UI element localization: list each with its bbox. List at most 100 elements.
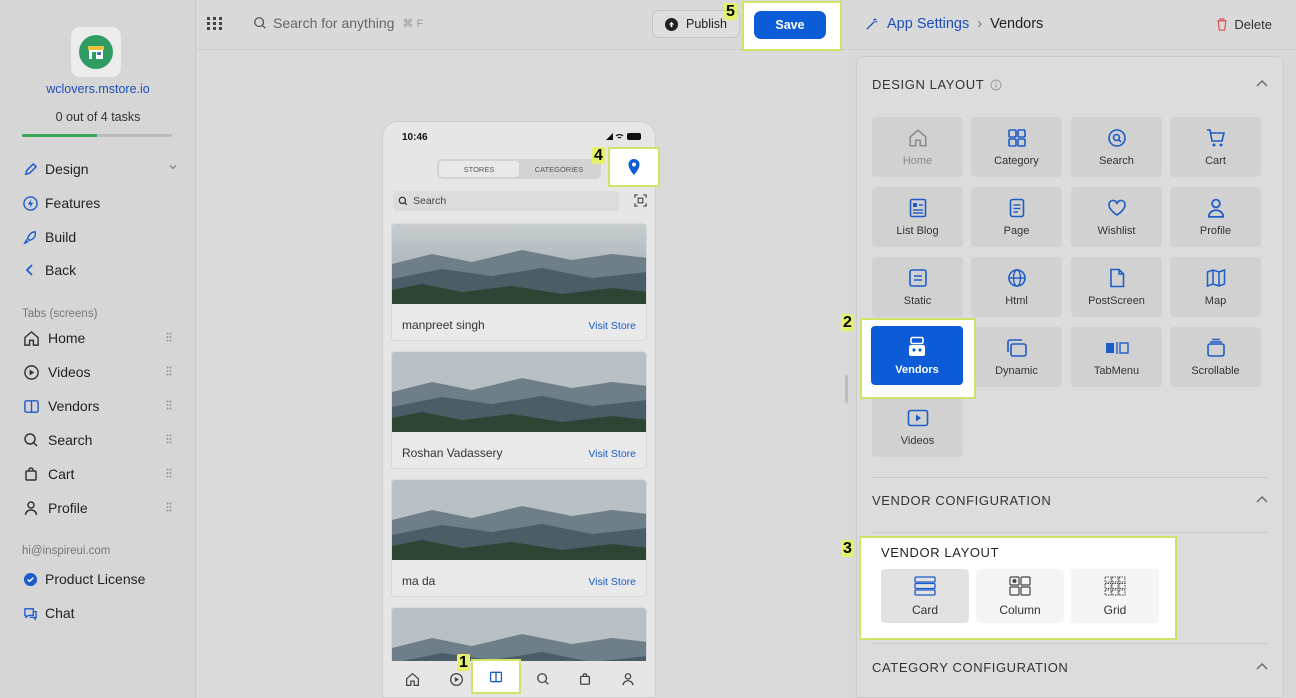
user-icon[interactable]: [621, 672, 635, 686]
layout-tile-dynamic[interactable]: Dynamic: [971, 327, 1062, 387]
product-license-link[interactable]: Product License: [22, 568, 182, 590]
store-name: Roshan Vadassery: [402, 446, 503, 460]
step-badge-3: 3: [841, 540, 854, 557]
layout-option-column[interactable]: Column: [976, 569, 1064, 623]
home-icon: [22, 329, 40, 347]
layout-tile-wishlist[interactable]: Wishlist: [1071, 187, 1162, 247]
tab-item-cart[interactable]: Cart: [22, 463, 172, 485]
tab-item-search[interactable]: Search: [22, 429, 172, 451]
store-card[interactable]: manpreet singh Visit Store: [391, 223, 647, 341]
vendors-tab-highlight[interactable]: [471, 659, 521, 694]
book-open-icon: [22, 397, 40, 415]
apps-grid-icon[interactable]: [207, 17, 222, 30]
grid-icon: [1007, 127, 1027, 149]
bag-icon[interactable]: [578, 672, 592, 686]
nav-back[interactable]: Back: [22, 259, 182, 281]
layout-tile-page[interactable]: Page: [971, 187, 1062, 247]
resize-handle[interactable]: [845, 375, 848, 403]
global-search[interactable]: Search for anything ⌘ F: [253, 15, 423, 31]
map-pin-icon: [627, 158, 641, 176]
layout-tile-list-blog[interactable]: List Blog: [872, 187, 963, 247]
tile-label: Static: [903, 295, 932, 307]
tile-label: List Blog: [896, 225, 939, 237]
layout-tile-category[interactable]: Category: [971, 117, 1062, 177]
cart-icon: [1206, 127, 1226, 149]
tab-item-label: Vendors: [48, 398, 100, 414]
store-domain-link[interactable]: wclovers.mstore.io: [0, 82, 196, 96]
search-icon[interactable]: [536, 672, 550, 686]
layout-tile-search[interactable]: Search: [1071, 117, 1162, 177]
nav-design-label: Design: [45, 161, 89, 177]
chat-label: Chat: [45, 605, 75, 621]
play-circle-icon[interactable]: [449, 672, 464, 687]
nav-features[interactable]: Features: [22, 192, 182, 214]
section-divider: [872, 643, 1268, 644]
nav-build[interactable]: Build: [22, 226, 182, 248]
drag-handle-icon[interactable]: [166, 400, 172, 410]
visit-store-link[interactable]: Visit Store: [588, 576, 636, 588]
layout-tile-static[interactable]: Static: [872, 257, 963, 317]
tile-label: Map: [1204, 295, 1227, 307]
nav-back-label: Back: [45, 262, 77, 278]
search-icon: [398, 196, 408, 206]
tab-item-profile[interactable]: Profile: [22, 497, 172, 519]
play-circle-icon: [22, 363, 40, 381]
home-icon[interactable]: [405, 672, 420, 687]
layout-tile-cart[interactable]: Cart: [1170, 117, 1261, 177]
vendor-config-title[interactable]: VENDOR CONFIGURATION: [872, 493, 1051, 508]
nav-design[interactable]: Design: [22, 158, 182, 180]
layout-tile-html[interactable]: Html: [971, 257, 1062, 317]
layout-tile-postscreen[interactable]: PostScreen: [1071, 257, 1162, 317]
tile-label: Wishlist: [1097, 225, 1136, 237]
visit-store-link[interactable]: Visit Store: [588, 320, 636, 332]
layout-option-grid[interactable]: Grid: [1071, 569, 1159, 623]
visit-store-link[interactable]: Visit Store: [588, 448, 636, 460]
chevron-up-icon[interactable]: [1256, 662, 1268, 670]
store-card[interactable]: ma da Visit Store: [391, 479, 647, 597]
chat-link[interactable]: Chat: [22, 602, 182, 624]
segment-stores[interactable]: STORES: [439, 161, 519, 177]
tile-label: Home: [902, 155, 933, 167]
search-circle-icon: [1107, 127, 1127, 149]
vendors-tile-highlight: Vendors: [860, 318, 976, 399]
layout-tile-tabmenu[interactable]: TabMenu: [1071, 327, 1162, 387]
category-config-title[interactable]: CATEGORY CONFIGURATION: [872, 660, 1068, 675]
layout-option-card[interactable]: Card: [881, 569, 969, 623]
chevron-up-icon[interactable]: [1256, 495, 1268, 503]
layout-tile-vendors[interactable]: Vendors: [871, 326, 963, 385]
layout-tile-videos[interactable]: Videos: [872, 397, 963, 457]
breadcrumb-app-settings[interactable]: App Settings: [887, 16, 969, 32]
file-icon: [1109, 267, 1125, 289]
map-pin-highlight[interactable]: [608, 147, 660, 187]
design-layout-header[interactable]: DESIGN LAYOUT: [872, 77, 1002, 92]
pen-icon: [22, 161, 38, 177]
segment-categories[interactable]: CATEGORIES: [519, 161, 599, 177]
delete-button[interactable]: Delete: [1216, 17, 1272, 32]
tab-item-home[interactable]: Home: [22, 327, 172, 349]
product-license-label: Product License: [45, 571, 146, 587]
delete-label: Delete: [1234, 17, 1272, 32]
phone-search-bar[interactable]: Search: [393, 191, 619, 211]
drag-handle-icon[interactable]: [166, 502, 172, 512]
save-button[interactable]: Save: [754, 11, 826, 39]
app-logo[interactable]: [71, 27, 121, 77]
store-card[interactable]: Roshan Vadassery Visit Store: [391, 351, 647, 469]
drag-handle-icon[interactable]: [166, 366, 172, 376]
layout-tile-map[interactable]: Map: [1170, 257, 1261, 317]
user-icon: [22, 499, 40, 517]
magic-wand-icon: [864, 17, 879, 32]
verified-badge-icon: [22, 571, 38, 587]
scan-icon[interactable]: [634, 194, 647, 207]
static-page-icon: [908, 267, 928, 289]
drag-handle-icon[interactable]: [166, 332, 172, 342]
tab-item-vendors[interactable]: Vendors: [22, 395, 172, 417]
drag-handle-icon[interactable]: [166, 434, 172, 444]
task-progress-bar: [22, 134, 172, 137]
layout-tile-home[interactable]: Home: [872, 117, 963, 177]
tab-item-videos[interactable]: Videos: [22, 361, 172, 383]
layout-tile-scrollable[interactable]: Scrollable: [1170, 327, 1261, 387]
layout-tile-profile[interactable]: Profile: [1170, 187, 1261, 247]
info-icon[interactable]: [990, 79, 1002, 91]
drag-handle-icon[interactable]: [166, 468, 172, 478]
chevron-up-icon[interactable]: [1256, 79, 1268, 87]
